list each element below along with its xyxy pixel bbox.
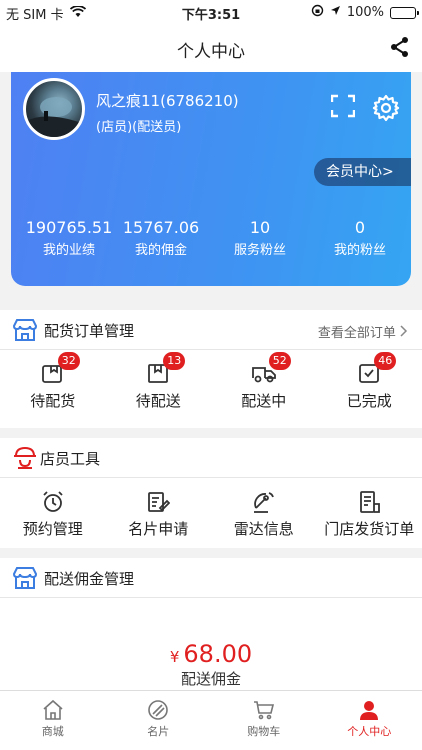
tab-cart[interactable]: 购物车 [211, 691, 317, 750]
tab-label: 名片 [147, 725, 170, 738]
order-status-label: 配送中 [241, 392, 287, 410]
tab-label: 商城 [41, 725, 64, 738]
page-title: 个人中心 [177, 42, 245, 62]
share-icon[interactable] [390, 36, 410, 62]
tools-header: 店员工具 [0, 438, 422, 478]
user-role: (店员)(配送员) [96, 120, 182, 135]
badge-count: 13 [163, 352, 186, 370]
badge-count: 46 [374, 352, 397, 370]
tool-label: 雷达信息 [233, 520, 294, 538]
chevron-right-icon [400, 325, 408, 341]
alarm-clock-icon [38, 490, 68, 514]
stat-value: 190765.51 [25, 218, 113, 237]
order-pending-allocation[interactable]: 32 待配货 [0, 350, 106, 411]
receipt-icon [354, 490, 384, 514]
member-center-button[interactable]: 会员中心> [314, 158, 411, 186]
view-all-label: 查看全部订单 [317, 326, 396, 341]
commission-amount-block[interactable]: ¥68.00 配送佣金 [0, 640, 422, 689]
stat-value: 0 [354, 218, 366, 237]
stat-performance[interactable]: 190765.51 我的业绩 [19, 218, 119, 258]
stat-label: 服务粉丝 [233, 243, 286, 258]
shop-icon [12, 566, 38, 594]
stat-label: 我的佣金 [134, 243, 187, 258]
stat-my-fans[interactable]: 0 我的粉丝 [317, 218, 403, 258]
tools-section: 店员工具 预约管理 名片申请 雷达信息 门店发货订单 [0, 438, 422, 548]
tool-store-shipping-orders[interactable]: 门店发货订单 [317, 478, 422, 539]
stat-label: 我的业绩 [42, 243, 95, 258]
tools-title: 店员工具 [40, 450, 101, 468]
amount-value: 68.00 [183, 640, 253, 668]
commission-header[interactable]: 配送佣金管理 [0, 558, 422, 598]
stat-label: 我的粉丝 [333, 243, 386, 258]
truck-icon: 52 [249, 352, 291, 386]
view-all-orders-link[interactable]: 查看全部订单 [318, 322, 408, 341]
package-icon: 13 [143, 352, 186, 386]
profile-card: 风之痕11(6786210) (店员)(配送员) 会员中心> 190765.51… [11, 72, 411, 286]
tool-label: 预约管理 [22, 520, 83, 538]
tab-label: 购物车 [247, 725, 281, 738]
tab-card[interactable]: 名片 [106, 691, 212, 750]
scan-icon[interactable] [330, 94, 356, 122]
order-in-delivery[interactable]: 52 配送中 [211, 350, 317, 411]
staff-icon [12, 446, 38, 474]
stat-commission[interactable]: 15767.06 我的佣金 [115, 218, 207, 258]
orders-section: 配货订单管理 查看全部订单 32 待配货 13 待配送 52 配送中 46 已完… [0, 310, 422, 428]
battery-icon [390, 6, 419, 19]
orders-grid: 32 待配货 13 待配送 52 配送中 46 已完成 [0, 350, 422, 411]
orders-title: 配货订单管理 [44, 322, 135, 340]
lock-rotation-icon [311, 4, 324, 21]
shop-icon [12, 318, 38, 346]
badge-count: 32 [57, 352, 80, 370]
order-status-label: 待配货 [30, 392, 76, 410]
cart-icon [211, 699, 317, 723]
tab-bar: 商城 名片 购物车 个人中心 [0, 690, 422, 750]
order-status-label: 待配送 [135, 392, 181, 410]
commission-title: 配送佣金管理 [44, 570, 135, 588]
order-completed[interactable]: 46 已完成 [317, 350, 422, 411]
tool-appointments[interactable]: 预约管理 [0, 478, 106, 539]
gear-icon[interactable] [372, 94, 400, 126]
stat-value: 15767.06 [122, 218, 200, 237]
commission-section: 配送佣金管理 ¥68.00 配送佣金 [0, 558, 422, 690]
status-bar: 无 SIM 卡 下午3:51 100% [0, 0, 422, 24]
order-status-label: 已完成 [346, 392, 392, 410]
pending-box-icon: 32 [38, 352, 80, 386]
tab-personal-center[interactable]: 个人中心 [317, 691, 422, 750]
battery-percent: 100% [346, 5, 384, 20]
tool-radar[interactable]: 雷达信息 [211, 478, 317, 539]
orders-header[interactable]: 配货订单管理 查看全部订单 [0, 310, 422, 350]
tab-mall[interactable]: 商城 [0, 691, 106, 750]
commission-label: 配送佣金 [180, 670, 241, 688]
card-icon [106, 699, 212, 723]
commission-amount: ¥68.00 [0, 640, 422, 668]
tools-grid: 预约管理 名片申请 雷达信息 门店发货订单 [0, 478, 422, 539]
stat-value: 10 [249, 218, 271, 237]
tool-label: 门店发货订单 [324, 520, 415, 538]
order-pending-delivery[interactable]: 13 待配送 [106, 350, 212, 411]
currency-symbol: ¥ [169, 648, 180, 666]
nav-bar: 个人中心 [0, 24, 422, 72]
tool-card-application[interactable]: 名片申请 [106, 478, 212, 539]
edit-document-icon [143, 490, 173, 514]
tool-label: 名片申请 [128, 520, 189, 538]
user-name: 风之痕11(6786210) [96, 92, 239, 110]
stat-service-fans[interactable]: 10 服务粉丝 [217, 218, 303, 258]
check-clipboard-icon: 46 [354, 352, 397, 386]
avatar[interactable] [23, 78, 85, 140]
tab-label: 个人中心 [347, 725, 392, 738]
radar-icon [249, 490, 279, 514]
person-icon [317, 699, 422, 723]
location-arrow-icon [330, 5, 341, 20]
home-icon [0, 699, 106, 723]
badge-count: 52 [268, 352, 291, 370]
